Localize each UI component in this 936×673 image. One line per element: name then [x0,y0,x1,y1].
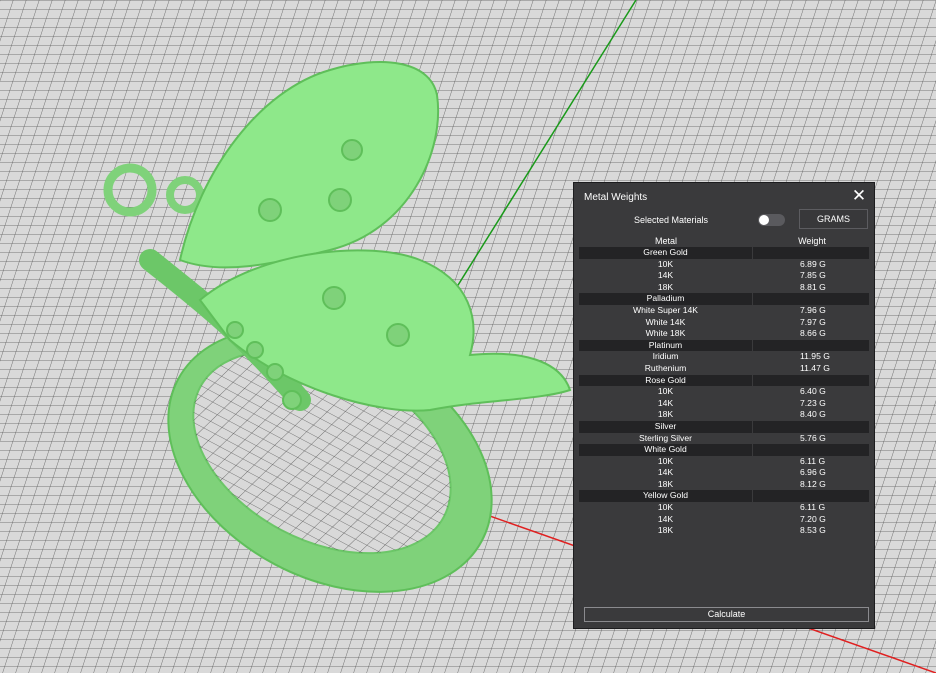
toggle-knob [759,215,769,225]
metal-row: 14K 6.96 G [579,467,869,479]
metal-weight: 7.96 G [800,304,826,315]
metal-row: 10K 6.40 G [579,386,869,398]
metal-row: 14K 7.23 G [579,398,869,410]
selected-materials-toggle[interactable] [758,214,785,226]
metal-row: 10K 6.89 G [579,259,869,271]
column-separator [752,420,753,433]
metal-row: 18K 8.40 G [579,409,869,421]
metal-name: 14K [657,397,674,408]
calculate-button[interactable]: Calculate [584,607,869,622]
metal-weights-panel: Metal Weights ✕ Selected Materials GRAMS… [573,182,875,629]
metal-name: White 14K [645,316,686,327]
metal-group-row: Yellow Gold [579,490,869,503]
units-button[interactable]: GRAMS [799,209,868,229]
metal-group-name: Green Gold [643,247,688,257]
metal-weight: 6.89 G [800,258,826,269]
metal-row: Sterling Silver 5.76 G [579,433,869,445]
metal-weight: 6.96 G [800,467,826,478]
metal-weights-table: Green Gold 10K 6.89 G 14K 7.85 G 18K 8.81 G Pal… [579,247,869,537]
metal-name: 18K [657,281,674,292]
metal-row: Iridium 11.95 G [579,351,869,363]
metal-name: White Super 14K [633,304,698,315]
metal-group-row: Silver [579,420,869,433]
metal-group-name: White Gold [644,444,687,455]
metal-weight: 6.11 G [800,502,826,513]
metal-name: 14K [657,270,674,281]
metal-row: White Super 14K 7.96 G [579,305,869,317]
metal-group-name: Silver [654,420,677,431]
metal-weight: 6.40 G [800,386,826,397]
column-separator [752,293,753,305]
metal-name: 10K [657,258,674,269]
column-separator [752,444,753,456]
metal-weight: 8.66 G [800,328,826,339]
metal-row: 18K 8.53 G [579,525,869,537]
metal-row: 18K 8.12 G [579,479,869,491]
metal-weight: 5.76 G [800,432,826,443]
metal-name: 10K [657,455,674,466]
metal-row: 14K 7.85 G [579,270,869,282]
metal-row: Ruthenium 11.47 G [579,363,869,375]
metal-weight: 8.12 G [800,478,826,489]
metal-group-row: Rose Gold [579,374,869,387]
metal-name: 18K [657,409,674,420]
metal-name: Sterling Silver [638,432,692,443]
weight-column-header: Weight [798,236,826,246]
column-separator [752,247,753,259]
metal-weight: 11.47 G [800,362,830,373]
metal-row: 10K 6.11 G [579,502,869,514]
metal-group-row: Palladium [579,293,869,305]
column-separator [752,490,753,503]
panel-title: Metal Weights [584,192,648,203]
metal-name: 10K [657,502,674,513]
column-separator [752,374,753,387]
metal-name: 14K [657,467,674,478]
metal-group-name: Rose Gold [645,374,686,385]
metal-group-name: Platinum [648,339,683,350]
metal-weight: 7.20 G [800,513,826,524]
metal-weight: 8.53 G [800,525,826,536]
metal-column-header: Metal [654,236,677,246]
metal-name: 18K [657,525,674,536]
metal-name: White 18K [645,328,686,339]
metal-weight: 6.11 G [800,455,826,466]
metal-row: White 14K 7.97 G [579,317,869,329]
metal-weight: 11.95 G [800,351,830,362]
metal-group-name: Yellow Gold [642,490,689,501]
metal-name: 14K [657,513,674,524]
metal-weight: 7.97 G [800,316,826,327]
metal-row: 18K 8.81 G [579,282,869,294]
metal-row: 10K 6.11 G [579,456,869,468]
metal-weight: 8.81 G [800,281,826,292]
metal-weight: 8.40 G [800,409,826,420]
metal-row: White 18K 8.66 G [579,328,869,340]
column-separator [752,339,753,352]
metal-group-row: Green Gold [579,247,869,259]
selected-materials-label: Selected Materials [634,215,709,225]
metal-weight: 7.23 G [800,397,826,408]
metal-name: Ruthenium [644,362,687,373]
metal-group-name: Palladium [646,293,685,304]
metal-name: 10K [657,386,674,397]
metal-group-row: Platinum [579,339,869,352]
metal-weight: 7.85 G [800,270,826,281]
metal-group-row: White Gold [579,444,869,456]
close-icon[interactable]: ✕ [851,187,867,205]
metal-name: Iridium [652,351,679,362]
metal-row: 14K 7.20 G [579,514,869,526]
metal-name: 18K [657,478,674,489]
